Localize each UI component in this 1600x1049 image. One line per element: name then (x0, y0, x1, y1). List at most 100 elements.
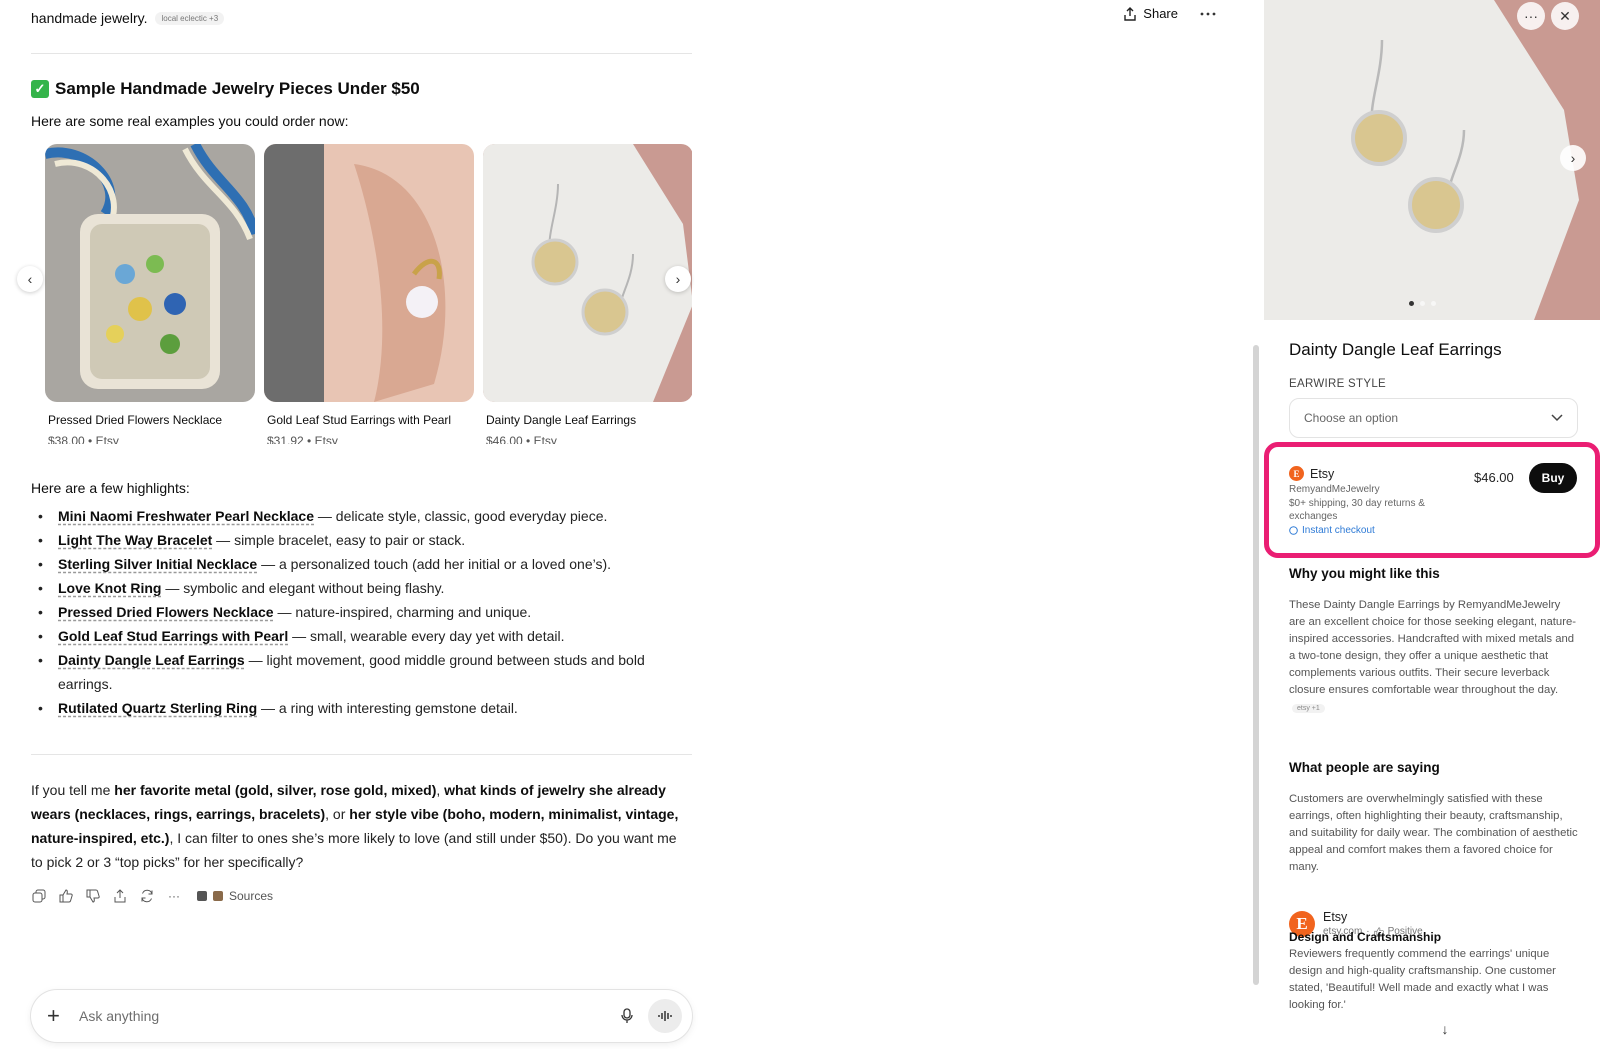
closing-paragraph: If you tell me her favorite metal (gold,… (31, 778, 692, 874)
reviews-title: What people are saying (1289, 760, 1440, 775)
product-title: Dainty Dangle Leaf Earrings (1289, 340, 1502, 359)
section-subtitle: Here are some real examples you could or… (31, 113, 349, 129)
product-title[interactable]: Gold Leaf Stud Earrings with Pearl (267, 413, 474, 427)
product-panel: ··· ✕ › Dainty Dangle Leaf Earrings EARW… (1264, 0, 1600, 1049)
source-favicon-icon (197, 891, 207, 901)
list-item: Rutilated Quartz Sterling Ring — a ring … (31, 696, 692, 720)
top-actions: Share (1123, 6, 1216, 21)
thumbs-down-icon[interactable] (85, 888, 101, 904)
scroll-down-button[interactable]: ↓ (1434, 1018, 1456, 1040)
highlight-desc: — a personalized touch (add her initial … (257, 556, 612, 572)
carousel-prev-button[interactable]: ‹ (17, 266, 43, 292)
seller-name: RemyandMeJewelry (1289, 484, 1380, 495)
review-topic-body: Reviewers frequently commend the earring… (1289, 948, 1556, 1011)
product-title[interactable]: Pressed Dried Flowers Necklace (48, 413, 255, 427)
highlight-link[interactable]: Mini Naomi Freshwater Pearl Necklace (58, 508, 314, 524)
copy-icon[interactable] (31, 888, 47, 904)
highlight-desc: — symbolic and elegant without being fla… (161, 580, 445, 596)
list-item: Light The Way Bracelet — simple bracelet… (31, 528, 692, 552)
highlight-link[interactable]: Pressed Dried Flowers Necklace (58, 604, 274, 620)
carousel-next-button[interactable]: › (665, 266, 691, 292)
earwire-style-select[interactable]: Choose an option (1289, 398, 1578, 438)
list-item: Love Knot Ring — symbolic and elegant wi… (31, 576, 692, 600)
plus-icon[interactable]: + (47, 1003, 71, 1029)
image-next-button[interactable]: › (1560, 145, 1586, 171)
highlight-desc: — delicate style, classic, good everyday… (314, 508, 608, 524)
product-meta: $38.00 • Etsy (48, 434, 119, 444)
closing-emphasis: her favorite metal (gold, silver, rose g… (114, 782, 437, 798)
product-card[interactable]: Pressed Dried Flowers Necklace $38.00 • … (45, 144, 255, 444)
shipping-info: $0+ shipping, 30 day returns & exchanges (1289, 498, 1425, 522)
highlight-desc: — small, wearable every day yet with det… (288, 628, 565, 644)
info-circle-icon (1289, 526, 1298, 535)
buy-button[interactable]: Buy (1529, 463, 1577, 493)
product-image-stud-earrings[interactable] (264, 144, 474, 402)
product-card[interactable]: Gold Leaf Stud Earrings with Pearl $31.9… (264, 144, 474, 444)
product-image-necklace[interactable] (45, 144, 255, 402)
chat-main: Share handmade jewelry. local eclectic +… (0, 0, 1259, 1049)
closing-text: , (436, 782, 445, 798)
product-title[interactable]: Dainty Dangle Leaf Earrings (486, 413, 692, 427)
pagination-dot[interactable] (1409, 301, 1414, 306)
sources-button[interactable]: Sources (197, 889, 273, 903)
share-icon (1124, 6, 1136, 21)
pagination-dot[interactable] (1420, 301, 1425, 306)
list-item: Sterling Silver Initial Necklace — a per… (31, 552, 692, 576)
product-hero-image[interactable]: ··· ✕ › (1264, 0, 1600, 320)
share-label: Share (1143, 6, 1178, 21)
closing-text: , or (325, 806, 350, 822)
highlight-desc: — nature-inspired, charming and unique. (273, 604, 532, 620)
source-favicon-icon (213, 891, 223, 901)
pagination-dot[interactable] (1431, 301, 1436, 306)
intro-line: handmade jewelry. local eclectic +3 (31, 10, 225, 26)
reviews-body: Customers are overwhelmingly satisfied w… (1289, 793, 1578, 873)
panel-close-button[interactable]: ✕ (1551, 2, 1579, 30)
sources-label: Sources (229, 889, 274, 903)
why-body: These Dainty Dangle Earrings by RemyandM… (1289, 597, 1579, 717)
highlight-link[interactable]: Dainty Dangle Leaf Earrings (58, 652, 245, 668)
more-options-button[interactable] (1200, 12, 1216, 16)
select-placeholder: Choose an option (1304, 411, 1399, 425)
share-icon[interactable] (112, 888, 128, 904)
microphone-icon[interactable] (612, 1001, 642, 1031)
section-heading: ✓ Sample Handmade Jewelry Pieces Under $… (31, 79, 420, 99)
highlight-link[interactable]: Gold Leaf Stud Earrings with Pearl (58, 628, 288, 644)
closing-text: If you tell me (31, 782, 115, 798)
ellipsis-icon: ··· (1524, 8, 1538, 24)
thumbs-up-icon[interactable] (58, 888, 74, 904)
composer: + (31, 990, 692, 1042)
highlight-link[interactable]: Sterling Silver Initial Necklace (58, 556, 257, 572)
close-icon: ✕ (1559, 7, 1571, 24)
why-title: Why you might like this (1289, 566, 1440, 581)
arrow-down-icon: ↓ (1441, 1021, 1449, 1037)
why-text: These Dainty Dangle Earrings by RemyandM… (1289, 599, 1576, 696)
checkmark-icon: ✓ (31, 80, 49, 98)
divider (31, 53, 692, 54)
list-item: Mini Naomi Freshwater Pearl Necklace — d… (31, 504, 692, 528)
product-card[interactable]: Dainty Dangle Leaf Earrings $46.00 • Ets… (483, 144, 692, 444)
highlight-link[interactable]: Love Knot Ring (58, 580, 161, 596)
highlight-link[interactable]: Rutilated Quartz Sterling Ring (58, 700, 257, 716)
divider (31, 754, 692, 755)
regenerate-icon[interactable] (139, 888, 155, 904)
offer-price: $46.00 (1474, 470, 1514, 485)
share-button[interactable]: Share (1123, 6, 1178, 21)
citation-chip[interactable]: etsy +1 (1292, 704, 1325, 713)
list-item: Gold Leaf Stud Earrings with Pearl — sma… (31, 624, 692, 648)
panel-more-button[interactable]: ··· (1517, 2, 1545, 30)
highlight-desc: — a ring with interesting gemstone detai… (257, 700, 518, 716)
product-meta: $31.92 • Etsy (267, 434, 338, 444)
highlights-list: Mini Naomi Freshwater Pearl Necklace — d… (31, 504, 692, 720)
section-heading-text: Sample Handmade Jewelry Pieces Under $50 (55, 79, 420, 98)
highlight-link[interactable]: Light The Way Bracelet (58, 532, 212, 548)
review-topic-title: Design and Craftsmanship (1289, 930, 1442, 944)
voice-mode-button[interactable] (648, 999, 682, 1033)
scrollbar[interactable] (1253, 345, 1259, 985)
product-image-dangle-earrings[interactable] (483, 144, 692, 402)
ellipsis-icon[interactable]: ··· (166, 888, 182, 904)
waveform-icon (658, 1011, 672, 1021)
citation-chip[interactable]: local eclectic +3 (155, 11, 225, 25)
product-meta: $46.00 • Etsy (486, 434, 557, 444)
prompt-input[interactable] (79, 1008, 612, 1024)
highlight-desc: — simple bracelet, easy to pair or stack… (212, 532, 466, 548)
